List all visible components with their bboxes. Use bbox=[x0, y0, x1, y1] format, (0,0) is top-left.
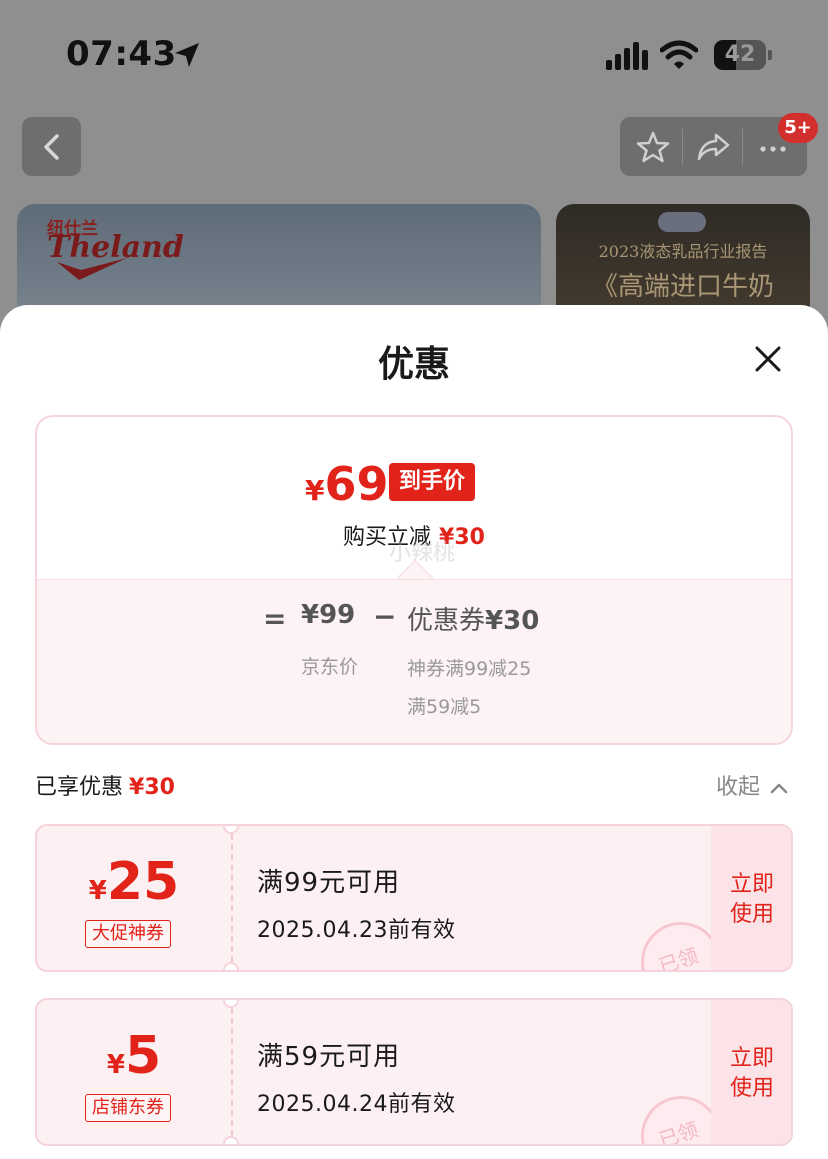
chevron-up-icon bbox=[770, 783, 788, 794]
watermark: 小辣桃 bbox=[389, 541, 456, 566]
battery-level: 42 bbox=[724, 42, 756, 67]
cellular-signal-icon bbox=[606, 42, 648, 70]
coupon-detail-item: 神券满99减25 bbox=[407, 658, 532, 680]
collapse-label: 收起 bbox=[716, 775, 761, 800]
sheet-title: 优惠 bbox=[377, 344, 450, 385]
discount-sheet: 优惠 ¥69 到手价 购买立减 ¥30 小辣桃 = ¥99 京东价 − 优惠券¥3… bbox=[0, 305, 828, 1159]
back-button[interactable] bbox=[22, 117, 81, 176]
use-now-label: 立即 使用 bbox=[729, 1046, 774, 1101]
chevron-left-icon bbox=[44, 134, 59, 160]
coupon-value: ¥25 大促神券 bbox=[37, 826, 231, 970]
claimed-stamp: 已领 bbox=[641, 1096, 721, 1146]
coupon-condition: 满59元可用 bbox=[257, 1042, 401, 1072]
report-title: 2023液态乳品行业报告 bbox=[598, 242, 768, 261]
coupon-type-tag: 店铺东券 bbox=[85, 1094, 171, 1122]
close-icon[interactable] bbox=[748, 339, 788, 379]
coupon-type-tag: 大促神券 bbox=[85, 920, 171, 948]
wifi-icon bbox=[660, 40, 698, 69]
coupon-total-amount: ¥30 bbox=[485, 606, 540, 636]
coupon-total: 优惠券¥30 bbox=[407, 600, 539, 637]
coupon-amount-value: 5 bbox=[124, 1026, 162, 1086]
final-price-tag: 到手价 bbox=[389, 463, 476, 501]
enjoyed-discount-label: 已享优惠 bbox=[35, 775, 124, 800]
use-now-button[interactable]: 立即 使用 bbox=[711, 1000, 791, 1144]
price-breakdown: = ¥99 京东价 − 优惠券¥30 神券满99减25 满59减5 bbox=[37, 579, 791, 743]
coupon-notch bbox=[223, 962, 239, 970]
enjoyed-discount-amount: ¥30 bbox=[129, 775, 175, 800]
coupon-validity: 2025.04.24前有效 bbox=[257, 1092, 456, 1117]
coupon-currency: ¥ bbox=[88, 876, 107, 906]
status-time: 07:43 bbox=[66, 34, 177, 74]
final-price-value: 69 bbox=[324, 457, 389, 511]
battery-icon: 42 bbox=[714, 40, 772, 70]
coupon-card: ¥5 店铺东券 满59元可用 2025.04.24前有效 已领 立即 使用 bbox=[35, 998, 793, 1146]
coupon-notch bbox=[223, 1136, 239, 1144]
star-favorite-icon[interactable] bbox=[636, 130, 670, 164]
coupon-card: ¥25 大促神券 满99元可用 2025.04.23前有效 已领 立即 使用 bbox=[35, 824, 793, 972]
use-now-button[interactable]: 立即 使用 bbox=[711, 826, 791, 970]
coupon-divider bbox=[231, 834, 233, 962]
coupon-amount-value: 25 bbox=[106, 852, 180, 912]
final-price-section: ¥69 到手价 购买立减 ¥30 小辣桃 bbox=[37, 417, 791, 579]
equals-sign: = bbox=[263, 602, 287, 635]
claimed-stamp: 已领 bbox=[641, 922, 721, 972]
collapse-button[interactable]: 收起 bbox=[716, 769, 788, 801]
claimed-stamp-text: 已领 bbox=[655, 943, 702, 972]
coupon-condition: 满99元可用 bbox=[257, 868, 401, 898]
location-arrow-icon bbox=[175, 43, 199, 67]
coupon-validity: 2025.04.23前有效 bbox=[257, 918, 456, 943]
notification-badge: 5+ bbox=[778, 113, 818, 143]
use-now-label: 立即 使用 bbox=[729, 872, 774, 927]
coupon-notch bbox=[223, 826, 239, 834]
brand-check-icon bbox=[57, 258, 127, 280]
jd-price-label: 京东价 bbox=[301, 656, 359, 678]
brand-badge-icon bbox=[658, 212, 706, 232]
coupon-notch bbox=[223, 1000, 239, 1008]
final-price-currency: ¥ bbox=[305, 474, 325, 507]
coupon-currency: ¥ bbox=[106, 1050, 125, 1080]
minus-sign: − bbox=[373, 600, 397, 633]
coupon-amount: ¥25 bbox=[37, 852, 231, 912]
claimed-stamp-text: 已领 bbox=[655, 1117, 702, 1146]
jd-price: ¥99 bbox=[301, 600, 356, 630]
coupon-detail-item: 满59减5 bbox=[407, 696, 482, 718]
coupon-divider bbox=[231, 1008, 233, 1136]
status-bar: 07:43 42 bbox=[0, 0, 828, 100]
share-icon[interactable] bbox=[696, 130, 730, 164]
enjoyed-discount: 已享优惠 ¥30 bbox=[35, 769, 175, 801]
price-summary-card: ¥69 到手价 购买立减 ¥30 小辣桃 = ¥99 京东价 − 优惠券¥30 神… bbox=[35, 415, 793, 745]
coupon-amount: ¥5 bbox=[37, 1026, 231, 1086]
final-price: ¥69 bbox=[305, 457, 389, 511]
coupon-value: ¥5 店铺东券 bbox=[37, 1000, 231, 1144]
coupon-total-label: 优惠券 bbox=[407, 606, 486, 636]
